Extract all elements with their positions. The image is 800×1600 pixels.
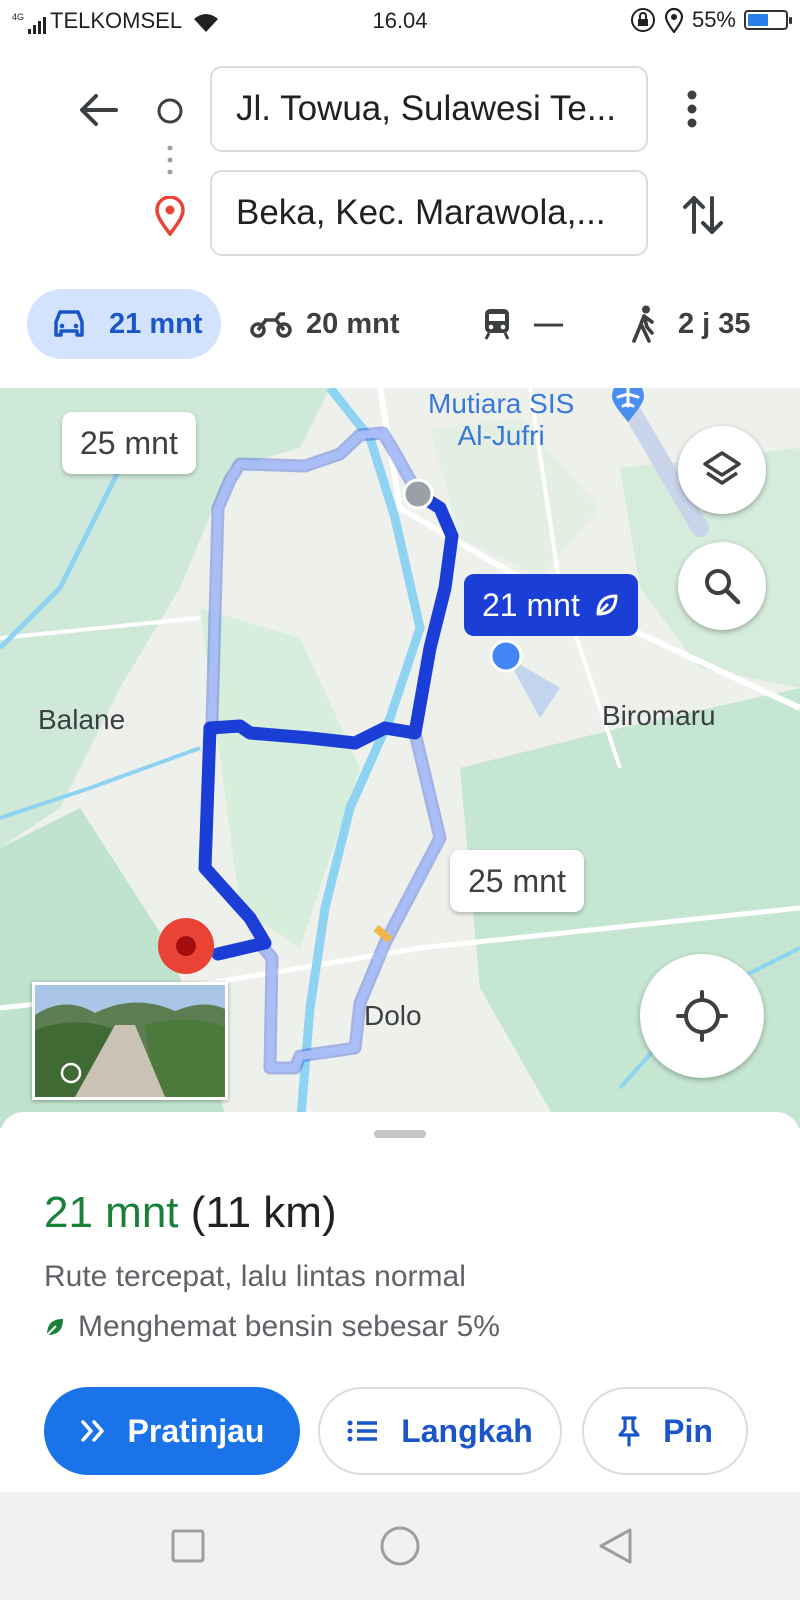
map-view[interactable]: Mutiara SIS Al-Jufri Balane Biromaru Dol… <box>0 388 800 1128</box>
pin-icon <box>618 1416 640 1447</box>
poi-line-1: Mutiara SIS <box>428 388 575 419</box>
route-description: Rute tercepat, lalu lintas normal <box>44 1260 466 1293</box>
preview-button[interactable]: Pratinjau <box>44 1387 300 1475</box>
eco-note-text: Menghemat bensin sebesar 5% <box>78 1310 500 1343</box>
status-right: 55% <box>630 7 792 33</box>
my-location-button[interactable] <box>640 954 764 1078</box>
eco-note: Menghemat bensin sebesar 5% <box>44 1310 500 1344</box>
back-icon[interactable] <box>596 1526 636 1566</box>
mode-transit-label: — <box>534 307 563 340</box>
system-nav-bar <box>0 1492 800 1600</box>
pin-button-label: Pin <box>663 1412 713 1449</box>
selected-route-label[interactable]: 21 mnt <box>464 574 638 636</box>
mode-car-label: 21 mnt <box>109 307 203 340</box>
street-view-image <box>35 985 225 1097</box>
mode-transit[interactable]: — <box>482 289 563 359</box>
preview-button-label: Pratinjau <box>127 1412 265 1449</box>
route-duration: 21 mnt <box>44 1188 179 1237</box>
my-location-icon <box>676 990 728 1042</box>
route-dots-icon <box>167 145 173 175</box>
back-arrow-icon[interactable] <box>76 88 120 132</box>
origin-circle-icon <box>157 98 183 124</box>
double-chevron-icon <box>80 1420 104 1442</box>
mode-motorcycle-label: 20 mnt <box>306 307 400 340</box>
route-summary: 21 mnt (11 km) <box>44 1188 337 1238</box>
battery-icon <box>744 10 792 30</box>
home-icon[interactable] <box>378 1524 422 1568</box>
layers-button[interactable] <box>678 426 766 514</box>
steps-button-label: Langkah <box>401 1412 533 1449</box>
selected-route-time: 21 mnt <box>482 587 580 623</box>
leaf-icon <box>46 1319 63 1336</box>
map-search-button[interactable] <box>678 542 766 630</box>
street-view-thumbnail[interactable] <box>32 982 228 1100</box>
location-status-icon <box>664 7 684 33</box>
destination-pin-icon <box>155 196 185 236</box>
destination-input[interactable]: Beka, Kec. Marawola,... <box>210 170 648 256</box>
leaf-icon <box>596 594 618 616</box>
alt-route-label-right[interactable]: 25 mnt <box>450 850 584 912</box>
poi-line-2: Al-Jufri <box>457 420 545 451</box>
status-bar: 4G TELKOMSEL 16.04 55% <box>0 0 800 44</box>
battery-percent: 55% <box>691 7 736 32</box>
layers-icon <box>703 451 741 485</box>
rotation-lock-icon <box>630 8 655 32</box>
walk-icon <box>632 305 654 343</box>
swap-icon[interactable] <box>680 192 726 238</box>
more-vert-icon[interactable] <box>686 90 698 128</box>
mode-motorcycle[interactable]: 20 mnt <box>250 289 399 359</box>
car-icon <box>54 310 84 337</box>
mode-walk[interactable]: 2 j 35 <box>630 289 751 359</box>
mode-car[interactable]: 21 mnt <box>27 289 221 359</box>
recent-apps-icon[interactable] <box>170 1528 206 1564</box>
place-label-dolo: Dolo <box>364 1000 422 1031</box>
pin-button[interactable]: Pin <box>582 1387 748 1475</box>
steps-button[interactable]: Langkah <box>318 1387 562 1475</box>
search-icon <box>705 569 741 605</box>
place-label-biromaru: Biromaru <box>602 700 716 731</box>
origin-input[interactable]: Jl. Towua, Sulawesi Te... <box>210 66 648 152</box>
route-details-sheet: 21 mnt (11 km) Rute tercepat, lalu linta… <box>0 1112 800 1492</box>
alt-route-label-top[interactable]: 25 mnt <box>62 412 196 474</box>
list-icon <box>347 1420 378 1442</box>
poi-label-mutiara[interactable]: Mutiara SIS Al-Jufri <box>428 388 574 452</box>
directions-header: Jl. Towua, Sulawesi Te... Beka, Kec. Mar… <box>0 44 800 388</box>
train-icon <box>484 309 510 340</box>
mode-walk-label: 2 j 35 <box>678 307 751 340</box>
place-label-balane: Balane <box>38 704 126 735</box>
route-distance: (11 km) <box>190 1188 337 1237</box>
airport-icon <box>612 388 644 422</box>
sheet-drag-handle[interactable] <box>374 1130 426 1138</box>
motorcycle-icon <box>250 312 292 338</box>
